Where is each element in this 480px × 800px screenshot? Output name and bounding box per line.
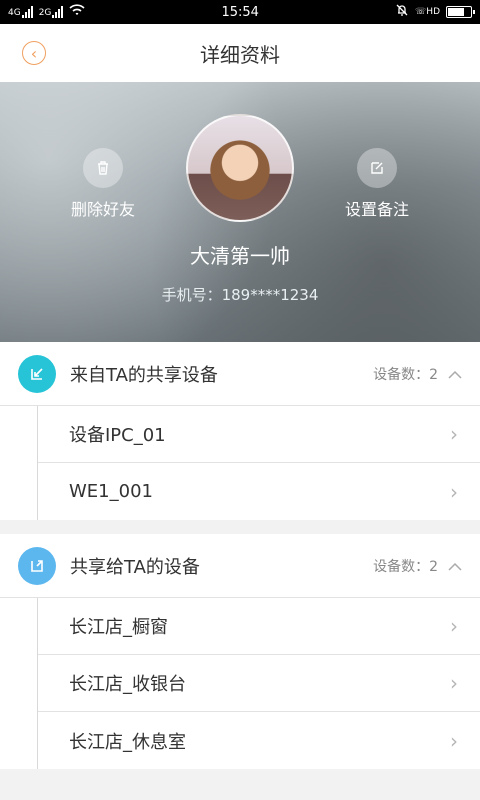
device-row[interactable]: 长江店_橱窗 › xyxy=(37,598,480,655)
delete-friend-label: 删除好友 xyxy=(70,200,135,219)
device-name: 长江店_收银台 xyxy=(69,674,186,695)
shared-to-ta-section: 共享给TA的设备 设备数：2 长江店_橱窗 › 长江店_收银台 › 长江店_休息… xyxy=(0,534,480,769)
edit-note-icon xyxy=(357,148,397,188)
timeline-line xyxy=(37,598,38,769)
network-2g-icon: 2G xyxy=(39,6,64,18)
count-value: 2 xyxy=(429,366,438,383)
network-label-1: 4G xyxy=(8,8,21,18)
wifi-icon xyxy=(69,4,85,20)
count-value: 2 xyxy=(429,558,438,575)
network-label-2: 2G xyxy=(38,8,52,18)
status-bar: 4G 2G 15:54 ☏HD xyxy=(0,0,480,24)
section-header-shared[interactable]: 共享给TA的设备 设备数：2 xyxy=(0,534,480,598)
signal-bars-icon xyxy=(52,6,64,18)
network-4g-icon: 4G xyxy=(8,6,33,18)
set-remark-label: 设置备注 xyxy=(344,200,409,219)
avatar xyxy=(186,114,294,222)
signal-bars-icon xyxy=(21,6,33,18)
count-label: 设备数： xyxy=(373,366,430,383)
set-remark-button[interactable]: 设置备注 xyxy=(322,148,432,220)
timeline-line xyxy=(37,406,38,520)
chevron-left-icon: ‹ xyxy=(30,43,38,63)
section-title-received: 来自TA的共享设备 xyxy=(70,364,218,386)
trash-icon xyxy=(83,148,123,188)
mute-bell-icon xyxy=(395,3,409,21)
section-title-shared: 共享给TA的设备 xyxy=(70,556,200,578)
chevron-right-icon: › xyxy=(450,671,458,695)
device-row[interactable]: 设备IPC_01 › xyxy=(37,406,480,463)
outgoing-share-icon xyxy=(18,546,56,585)
device-count-received: 设备数：2 xyxy=(373,364,438,384)
chevron-right-icon: › xyxy=(450,479,458,504)
user-name: 大清第一帅 xyxy=(190,244,290,268)
delete-friend-button[interactable]: 删除好友 xyxy=(48,148,158,220)
app-header: ‹ 详细资料 xyxy=(0,24,480,82)
chevron-up-icon[interactable] xyxy=(448,363,462,384)
battery-icon xyxy=(446,6,475,18)
chevron-right-icon: › xyxy=(450,614,458,638)
shared-from-ta-section: 来自TA的共享设备 设备数：2 设备IPC_01 › WE1_001 › xyxy=(0,342,480,520)
device-count-shared: 设备数：2 xyxy=(373,556,438,576)
chevron-right-icon: › xyxy=(450,728,458,753)
hd-call-icon: ☏HD xyxy=(415,7,440,17)
device-name: WE1_001 xyxy=(69,481,153,502)
chevron-right-icon: › xyxy=(450,422,458,446)
device-row[interactable]: 长江店_休息室 › xyxy=(37,712,480,769)
section-header-received[interactable]: 来自TA的共享设备 设备数：2 xyxy=(0,342,480,406)
incoming-share-icon xyxy=(18,354,56,393)
page-title: 详细资料 xyxy=(200,42,280,67)
phone-row: 手机号：189****1234 xyxy=(0,284,480,305)
phone-label: 手机号： xyxy=(161,286,222,304)
back-button[interactable]: ‹ xyxy=(22,41,46,65)
clock: 15:54 xyxy=(221,4,259,20)
device-name: 设备IPC_01 xyxy=(69,425,166,446)
device-row[interactable]: WE1_001 › xyxy=(37,463,480,520)
hd-label: HD xyxy=(426,7,440,17)
device-row[interactable]: 长江店_收银台 › xyxy=(37,655,480,712)
bottom-spacer xyxy=(0,769,480,791)
device-name: 长江店_休息室 xyxy=(69,731,186,753)
status-left: 4G 2G xyxy=(8,4,85,20)
phone-number: 189****1234 xyxy=(221,286,319,304)
profile-hero: 删除好友 设置备注 大清第一帅 手机号：189****1234 xyxy=(0,82,480,342)
device-name: 长江店_橱窗 xyxy=(69,617,168,638)
count-label: 设备数： xyxy=(373,558,430,575)
status-right: ☏HD xyxy=(395,3,475,21)
chevron-up-icon[interactable] xyxy=(448,555,462,576)
